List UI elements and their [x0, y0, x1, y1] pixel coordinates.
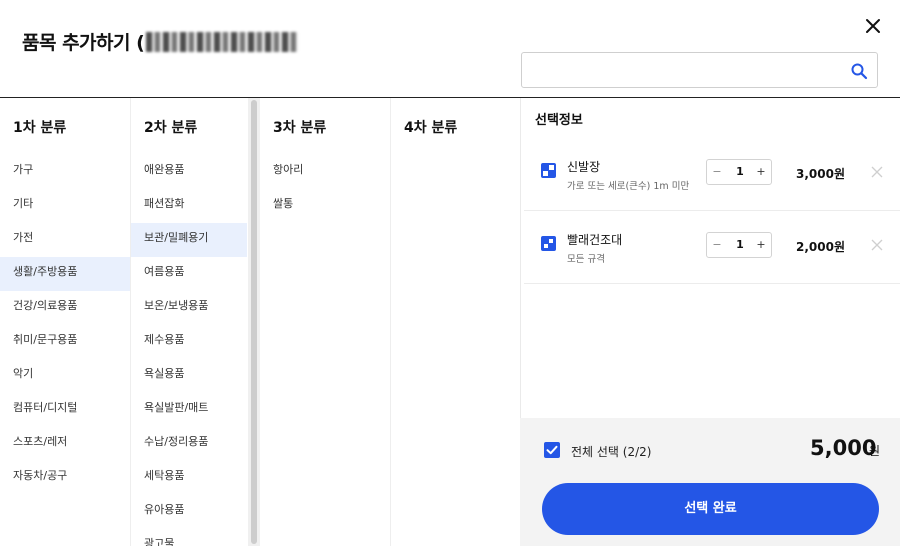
category-2-item[interactable]: 욕실발판/매트: [131, 393, 247, 427]
increase-button[interactable]: +: [751, 233, 771, 257]
category-3-item[interactable]: 쌀통: [260, 189, 390, 223]
category-1-item[interactable]: 스포츠/레저: [0, 427, 130, 461]
category-2-item[interactable]: 애완용품: [131, 155, 247, 189]
modal-title-text: 품목 추가하기 (: [22, 32, 145, 54]
category-1-item[interactable]: 건강/의료용품: [0, 291, 130, 325]
column-1-title: 1차 분류: [13, 120, 67, 136]
search-box: [521, 52, 878, 88]
item-price: 3,000원: [796, 167, 845, 181]
category-1-item[interactable]: 컴퓨터/디지털: [0, 393, 130, 427]
selected-item: 빨래건조대 모든 규격 − 1 + 2,000원: [524, 210, 900, 284]
item-thumbnail-icon: [541, 163, 556, 178]
selection-panel-title: 선택정보: [535, 113, 583, 128]
category-2-item[interactable]: 여름용품: [131, 257, 247, 291]
category-2-item[interactable]: 제수용품: [131, 325, 247, 359]
quantity-value[interactable]: 1: [727, 233, 753, 257]
decrease-button[interactable]: −: [707, 233, 727, 257]
category-1-item[interactable]: 가구: [0, 155, 130, 189]
quantity-stepper: − 1 +: [706, 159, 772, 185]
close-button[interactable]: [861, 14, 885, 38]
increase-button[interactable]: +: [751, 160, 771, 184]
category-column-1: 1차 분류 가구 기타 가전 생활/주방용품 건강/의료용품 취미/문구용품 악…: [0, 98, 130, 546]
category-1-item[interactable]: 취미/문구용품: [0, 325, 130, 359]
modal-title: 품목 추가하기 (: [22, 28, 299, 55]
selected-item-name: 빨래건조대: [567, 233, 623, 247]
category-1-item[interactable]: 가전: [0, 223, 130, 257]
category-column-4: 4차 분류: [390, 98, 520, 546]
total-currency: 원: [869, 444, 881, 458]
selected-item-desc: 모든 규격: [567, 254, 605, 265]
category-2-item-selected[interactable]: 보관/밀폐용기: [131, 223, 247, 257]
category-3-item[interactable]: 항아리: [260, 155, 390, 189]
column-2-scrollbar[interactable]: [248, 98, 260, 546]
category-1-item[interactable]: 자동차/공구: [0, 461, 130, 495]
category-2-item[interactable]: 유아용품: [131, 495, 247, 529]
decrease-button[interactable]: −: [707, 160, 727, 184]
modal-header: 품목 추가하기 (: [0, 0, 900, 98]
selected-item-desc: 가로 또는 세로(큰수) 1m 미만: [567, 181, 690, 192]
selected-item: 신발장 가로 또는 세로(큰수) 1m 미만 − 1 + 3,000원: [524, 137, 900, 211]
quantity-stepper: − 1 +: [706, 232, 772, 258]
total-amount: 5,000: [810, 436, 877, 460]
category-1-item[interactable]: 기타: [0, 189, 130, 223]
checkmark-icon: [546, 445, 558, 455]
selected-item-name: 신발장: [567, 160, 601, 174]
scrollbar-thumb[interactable]: [251, 100, 257, 544]
remove-item-icon[interactable]: [870, 165, 884, 179]
confirm-selection-button[interactable]: 선택 완료: [542, 483, 879, 535]
close-icon: [866, 19, 880, 33]
search-icon[interactable]: [850, 62, 868, 80]
category-column-3: 3차 분류 항아리 쌀통: [260, 98, 390, 546]
item-thumbnail-icon: [541, 236, 556, 251]
category-2-item[interactable]: 욕실용품: [131, 359, 247, 393]
quantity-value[interactable]: 1: [727, 160, 753, 184]
item-price: 2,000원: [796, 240, 845, 254]
category-2-item[interactable]: 광고물: [131, 529, 247, 546]
category-1-item[interactable]: 악기: [0, 359, 130, 393]
category-2-item[interactable]: 보온/보냉용품: [131, 291, 247, 325]
select-all-label[interactable]: 전체 선택 (2/2): [571, 443, 651, 460]
category-1-item-selected[interactable]: 생활/주방용품: [0, 257, 130, 291]
category-2-item[interactable]: 패션잡화: [131, 189, 247, 223]
search-input[interactable]: [522, 53, 832, 87]
category-column-2: 2차 분류 애완용품 패션잡화 보관/밀폐용기 여름용품 보온/보냉용품 제수용…: [130, 98, 247, 546]
column-2-title: 2차 분류: [144, 120, 198, 136]
remove-item-icon[interactable]: [870, 238, 884, 252]
selection-footer: 전체 선택 (2/2) 5,000 원 선택 완료: [520, 418, 900, 546]
column-3-title: 3차 분류: [273, 120, 327, 136]
category-2-item[interactable]: 세탁용품: [131, 461, 247, 495]
select-all-checkbox[interactable]: [544, 442, 560, 458]
category-2-item[interactable]: 수납/정리용품: [131, 427, 247, 461]
redacted-title-part: [146, 32, 299, 52]
column-4-title: 4차 분류: [404, 120, 458, 136]
